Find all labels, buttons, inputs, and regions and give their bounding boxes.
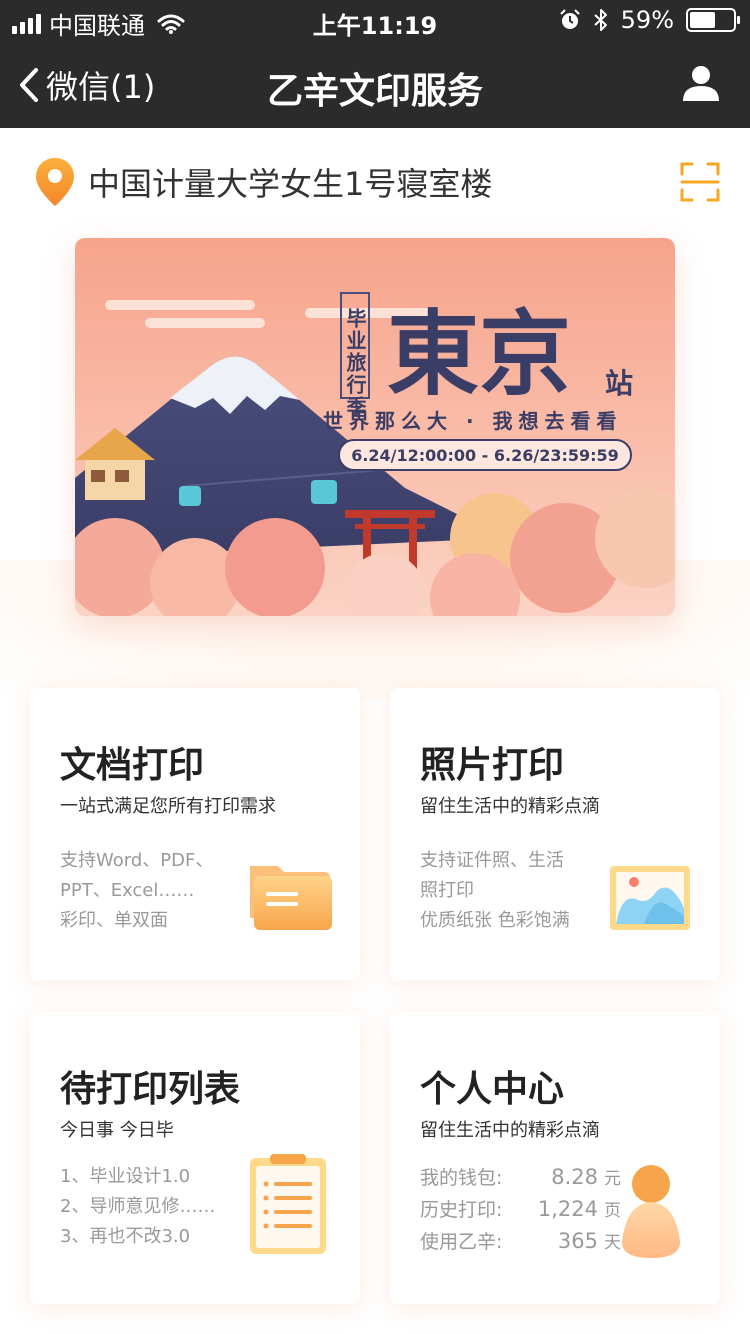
banner-headline-suffix: 站 <box>605 367 633 400</box>
card-subtitle: 今日事 今日毕 <box>60 1120 174 1141</box>
scan-button[interactable] <box>680 162 720 206</box>
folder-icon <box>244 858 334 936</box>
carrier-label: 中国联通 <box>49 12 145 40</box>
banner-slogan: 世界那么大 · 我想去看看 <box>323 409 623 433</box>
card-subtitle: 留住生活中的精彩点滴 <box>420 796 600 817</box>
card-title: 个人中心 <box>420 1069 565 1110</box>
doc-print-card[interactable]: 文档打印 一站式满足您所有打印需求 支持Word、PDF、 PPT、Excel…… <box>30 688 360 980</box>
card-subtitle: 留住生活中的精彩点滴 <box>420 1120 600 1141</box>
chevron-left-icon <box>20 68 38 102</box>
image-icon <box>608 864 692 936</box>
scan-icon <box>680 162 720 202</box>
banner-headline: 東京 <box>387 300 571 408</box>
card-subtitle: 一站式满足您所有打印需求 <box>60 796 276 817</box>
account-stats: 我的钱包: 8.28 元 历史打印: 1,224 页 使用乙辛: 365 天 <box>420 1162 621 1258</box>
location-selector[interactable]: 中国计量大学女生1号寝室楼 <box>34 156 492 208</box>
user-icon <box>683 66 719 101</box>
days-row: 使用乙辛: 365 天 <box>420 1229 621 1253</box>
signal-icon <box>12 13 41 34</box>
photo-print-card[interactable]: 照片打印 留住生活中的精彩点滴 支持证件照、生活 照打印 优质纸张 色彩饱满 <box>390 688 720 980</box>
location-text: 中国计量大学女生1号寝室楼 <box>88 165 493 203</box>
battery-icon <box>686 8 740 32</box>
print-queue-card[interactable]: 待打印列表 今日事 今日毕 1、毕业设计1.0 2、导师意见修…… 3、再也不改… <box>30 1012 360 1304</box>
status-bar: 中国联通 上午11:19 59% <box>0 0 750 40</box>
card-description: 支持证件照、生活 照打印 优质纸张 色彩饱满 <box>420 850 570 931</box>
bluetooth-icon <box>593 9 607 31</box>
back-label: 微信(1) <box>46 68 156 106</box>
back-button[interactable]: 微信(1) <box>18 62 155 108</box>
card-description: 支持Word、PDF、 PPT、Excel…… 彩印、单双面 <box>60 850 214 931</box>
nav-bar: 微信(1) 乙辛文印服务 <box>0 40 750 128</box>
history-row: 历史打印: 1,224 页 <box>420 1197 621 1221</box>
personal-center-card[interactable]: 个人中心 留住生活中的精彩点滴 我的钱包: 8.28 元 历史打印: 1,224… <box>390 1012 720 1304</box>
wifi-icon <box>157 14 185 34</box>
banner-date-range: 6.24/12:00:00 - 6.26/23:59:59 <box>351 446 619 465</box>
card-title: 照片打印 <box>420 745 565 786</box>
person-icon <box>620 1162 682 1264</box>
promo-banner[interactable]: 毕业旅行季 東京 站 世界那么大 · 我想去看看 6.24/12:00:00 -… <box>75 238 675 616</box>
user-button[interactable] <box>682 64 720 106</box>
card-title: 待打印列表 <box>60 1069 241 1110</box>
clipboard-icon <box>248 1152 328 1260</box>
location-pin-icon <box>36 158 74 206</box>
wallet-row: 我的钱包: 8.28 元 <box>420 1165 621 1189</box>
banner-tag: 毕业旅行季 <box>343 308 367 418</box>
card-description: 1、毕业设计1.0 2、导师意见修…… 3、再也不改3.0 <box>60 1166 216 1247</box>
battery-percent: 59% <box>620 6 674 34</box>
card-title: 文档打印 <box>60 745 205 786</box>
alarm-icon <box>559 9 580 29</box>
